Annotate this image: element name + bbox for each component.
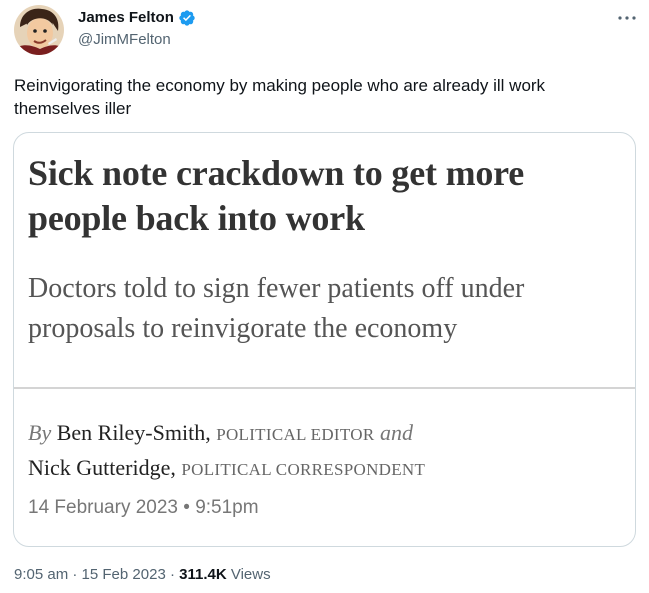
byline-author1-role: POLITICAL EDITOR (216, 425, 375, 444)
tweet: James Felton @JimMFelton Reinvigorating … (0, 0, 649, 593)
card-divider (14, 387, 635, 389)
verified-badge-icon (178, 9, 196, 27)
tweet-timestamp-link[interactable]: 9:05 am · 15 Feb 2023 (14, 566, 166, 583)
tweet-meta: 9:05 am · 15 Feb 2023 · 311.4K Views (14, 565, 271, 585)
byline-author1-name: Ben Riley-Smith, (56, 420, 211, 445)
article-headline: Sick note crackdown to get more people b… (28, 153, 525, 238)
author-name-row[interactable]: James Felton (78, 8, 196, 28)
avatar-illustration-icon (14, 5, 64, 55)
article-date: 14 February 2023 • 9:51pm (28, 497, 259, 518)
more-dots-icon (618, 16, 636, 20)
views-label: Views (230, 566, 271, 583)
article-byline: By Ben Riley-Smith, POLITICAL EDITOR and… (28, 416, 623, 486)
meta-separator: · (169, 566, 175, 583)
article-card[interactable]: Sick note crackdown to get more people b… (13, 132, 636, 547)
author-display-name[interactable]: James Felton (78, 8, 174, 28)
tweet-date: 15 Feb 2023 (81, 566, 166, 583)
article-standfirst: Doctors told to sign fewer patients off … (28, 273, 525, 344)
tweet-text: Reinvigorating the economy by making peo… (14, 76, 546, 118)
tweet-time: 9:05 am (14, 566, 69, 583)
byline-author2-role: POLITICAL CORRESPONDENT (181, 460, 426, 479)
byline-author2-name: Nick Gutteridge, (28, 455, 176, 480)
byline-by: By (28, 420, 52, 445)
meta-separator: · (72, 566, 78, 583)
author-handle[interactable]: @JimMFelton (78, 30, 171, 50)
avatar[interactable] (14, 5, 64, 55)
byline-conjunction: and (379, 420, 413, 445)
more-options-button[interactable] (612, 6, 642, 30)
views-count[interactable]: 311.4K (179, 566, 227, 583)
